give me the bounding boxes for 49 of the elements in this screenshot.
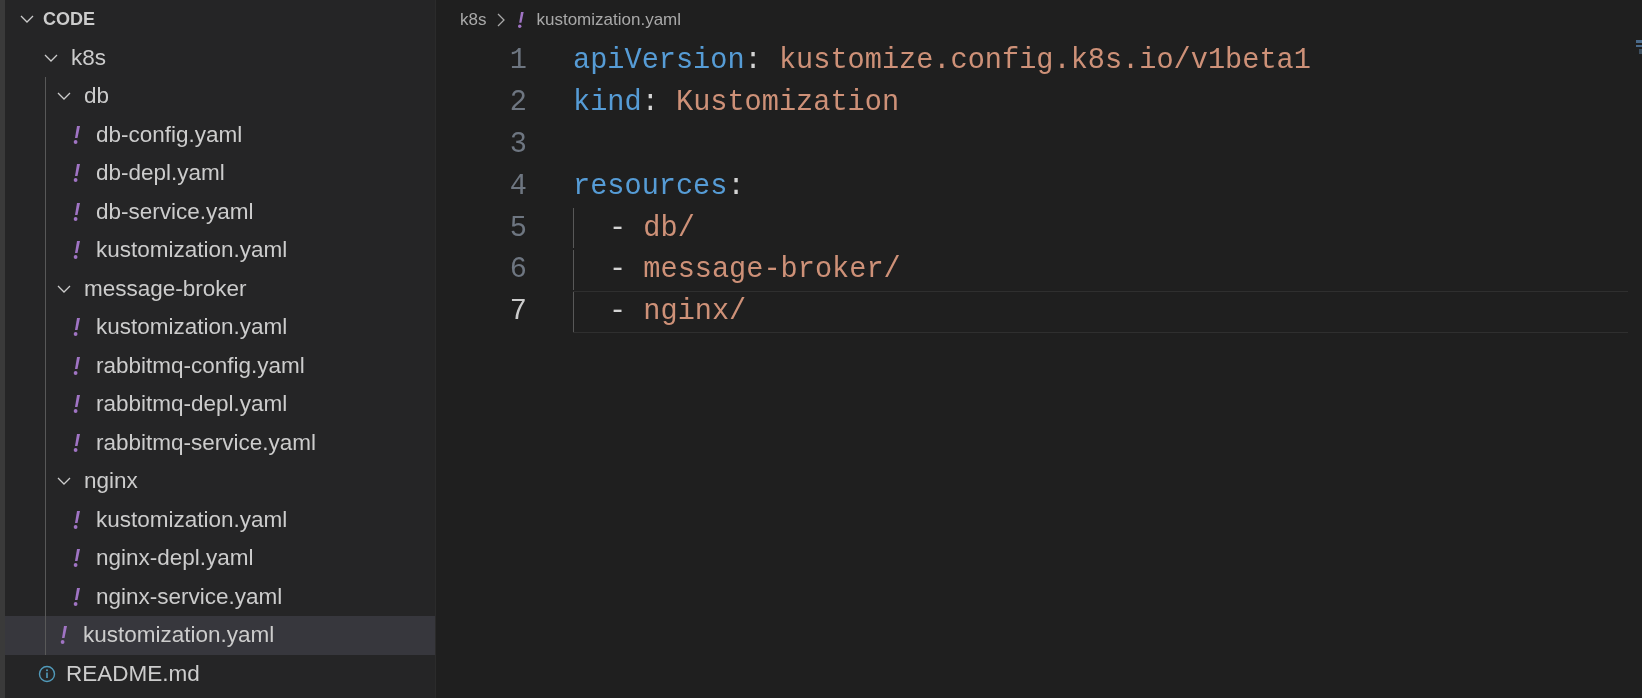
exclamation-icon	[72, 317, 82, 338]
exclamation-icon	[516, 11, 527, 29]
file-item[interactable]: rabbitmq-config.yaml	[5, 346, 435, 385]
file-item[interactable]: nginx-depl.yaml	[5, 539, 435, 578]
exclamation-icon	[72, 509, 82, 530]
explorer-section-header[interactable]: CODE	[5, 0, 435, 39]
folder-item[interactable]: db	[5, 77, 435, 116]
file-item[interactable]: kustomization.yaml	[5, 231, 435, 270]
file-item[interactable]: db-depl.yaml	[5, 154, 435, 193]
code-line: - db/	[609, 211, 695, 245]
code-line: kind: Kustomization	[573, 86, 900, 120]
code-line: resources:	[573, 169, 745, 203]
exclamation-icon	[72, 201, 82, 222]
file-item[interactable]: kustomization.yaml	[5, 500, 435, 539]
exclamation-icon	[72, 586, 82, 607]
minimap-drawing	[1636, 40, 1642, 54]
line-number: 1	[508, 44, 527, 78]
line-number: 6	[508, 253, 527, 287]
code-line: apiVersion: kustomize.config.k8s.io/v1beta1	[573, 44, 1311, 78]
line-number: 5	[508, 211, 527, 245]
line-number: 2	[508, 86, 527, 120]
exclamation-icon	[59, 625, 69, 646]
line-number: 4	[508, 169, 527, 203]
line-number: 3	[508, 128, 527, 161]
exclamation-icon	[72, 124, 82, 145]
line-number: 7	[508, 295, 527, 329]
chevron-right-icon	[496, 13, 507, 27]
file-item[interactable]: kustomization.yaml	[5, 308, 435, 347]
breadcrumb-item[interactable]: k8s	[460, 10, 487, 30]
exclamation-icon	[72, 394, 82, 415]
code-line: - nginx/	[609, 295, 747, 329]
folder-item[interactable]: k8s	[5, 38, 435, 77]
file-item[interactable]: README.md	[5, 654, 435, 693]
exclamation-icon	[72, 432, 82, 453]
file-item[interactable]: nginx-service.yaml	[5, 577, 435, 616]
breadcrumb-item[interactable]: kustomization.yaml	[536, 10, 682, 30]
file-item[interactable]: rabbitmq-depl.yaml	[5, 385, 435, 424]
exclamation-icon	[72, 355, 82, 376]
file-item[interactable]: kustomization.yaml	[5, 616, 435, 655]
exclamation-icon	[72, 240, 82, 261]
info-icon	[38, 664, 56, 683]
file-item[interactable]: db-service.yaml	[5, 192, 435, 231]
file-item[interactable]: db-config.yaml	[5, 115, 435, 154]
folder-item[interactable]: nginx	[5, 462, 435, 501]
code-line: - message-broker/	[609, 253, 901, 287]
file-item[interactable]: rabbitmq-service.yaml	[5, 423, 435, 462]
exclamation-icon	[72, 548, 82, 569]
exclamation-icon	[72, 163, 82, 184]
folder-item[interactable]: message-broker	[5, 269, 435, 308]
